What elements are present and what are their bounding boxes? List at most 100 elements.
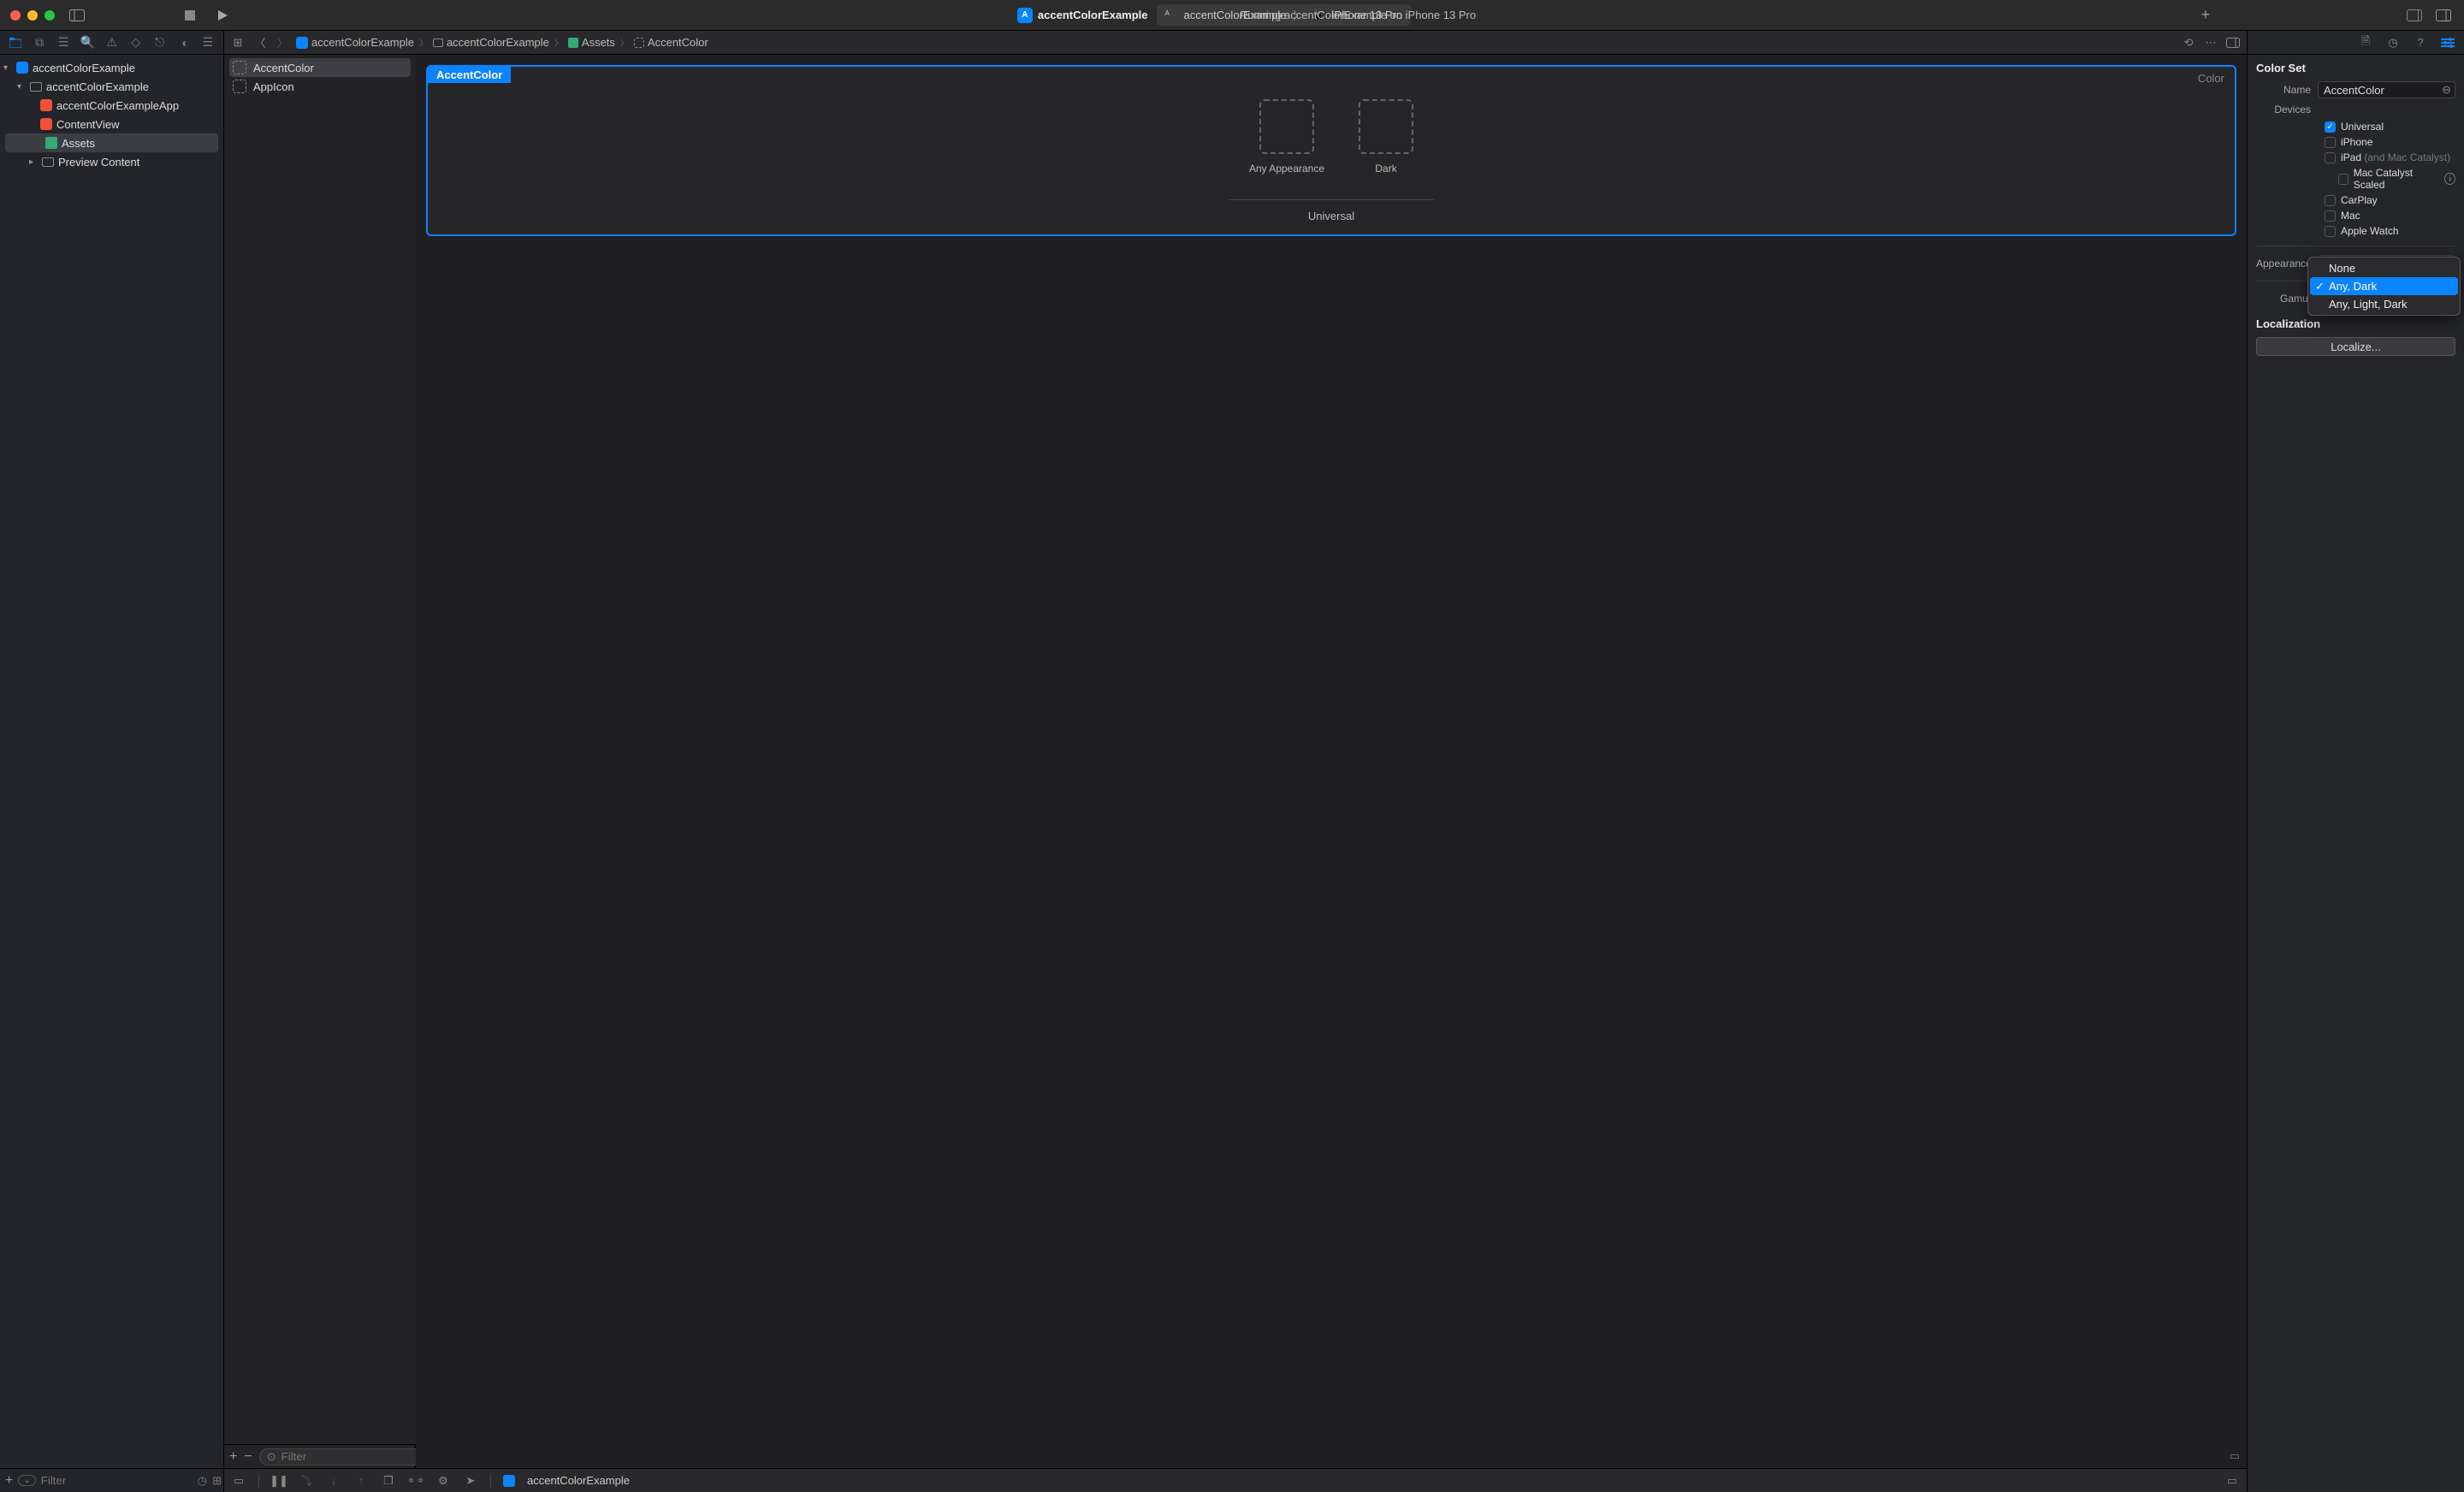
info-icon[interactable]: i <box>2444 173 2455 185</box>
nav-forward-icon[interactable]: 〉 <box>274 34 291 51</box>
tree-root[interactable]: ▾ accentColorExample <box>0 58 223 77</box>
close-window[interactable] <box>10 10 21 21</box>
tree-item-preview[interactable]: ▸ Preview Content <box>0 152 223 171</box>
devices-label: Devices <box>2256 104 2318 115</box>
zoom-window[interactable] <box>44 10 55 21</box>
tree-item-assets[interactable]: Assets <box>5 133 218 152</box>
well-label-any: Any Appearance <box>1249 163 1324 175</box>
device-iphone[interactable]: iPhone <box>2325 136 2455 148</box>
universal-group-label: Universal <box>1308 210 1354 222</box>
toggle-navigator-icon[interactable] <box>67 5 87 26</box>
navigator-tabs: ⧉ ☰ 🔍 ⚠ ◇ ⎋ ◖ ☰ <box>0 31 223 55</box>
tree-root-label: accentColorExample <box>33 62 135 74</box>
add-asset-button[interactable]: + <box>229 1449 237 1465</box>
asset-row-accentcolor[interactable]: AccentColor <box>229 58 411 77</box>
name-field[interactable]: AccentColor⊖ <box>2318 81 2455 98</box>
process-icon <box>503 1475 515 1487</box>
device-carplay[interactable]: CarPlay <box>2325 194 2455 206</box>
environment-override-icon[interactable]: ⚙ <box>435 1473 451 1489</box>
step-over-icon[interactable]: ⤵ <box>299 1473 314 1489</box>
device-universal[interactable]: ✓Universal <box>2325 121 2455 133</box>
colorset-icon <box>233 61 246 74</box>
toggle-inspector-icon[interactable] <box>2433 5 2454 26</box>
clear-icon[interactable]: ⊖ <box>2442 83 2451 97</box>
titlebar: A accentColorExample A accentColorExampl… <box>0 0 2464 31</box>
color-well-any[interactable] <box>1259 99 1314 154</box>
toggle-variables-view-icon[interactable]: ▭ <box>2224 1473 2240 1489</box>
asset-row-appicon[interactable]: AppIcon <box>224 77 416 96</box>
tree-item-app[interactable]: accentColorExampleApp <box>0 96 223 115</box>
tree-item-label: ContentView <box>56 118 119 131</box>
minimize-window[interactable] <box>27 10 38 21</box>
crumb-accentcolor[interactable]: AccentColor <box>634 36 708 49</box>
asset-filter-input[interactable] <box>281 1450 433 1463</box>
tree-item-label: Preview Content <box>58 156 139 169</box>
device-mac-catalyst-scaled[interactable]: Mac Catalyst Scaledi <box>2338 167 2455 191</box>
history-inspector-tab[interactable]: ◷ <box>2385 35 2401 50</box>
well-label-dark: Dark <box>1375 163 1396 175</box>
crumb-assets[interactable]: Assets <box>568 36 615 49</box>
asset-row-label: AccentColor <box>253 62 314 74</box>
filter-scope-toggle[interactable]: ⌄ <box>18 1475 35 1486</box>
device-mac[interactable]: Mac <box>2325 210 2455 222</box>
add-editor-button[interactable]: + <box>2195 5 2216 26</box>
find-navigator-tab[interactable]: 🔍 <box>79 34 96 51</box>
add-files-button[interactable]: + <box>5 1473 13 1489</box>
appearances-option-any-light-dark[interactable]: Any, Light, Dark <box>2310 295 2458 313</box>
refresh-icon[interactable]: ⟲ <box>2180 34 2197 51</box>
breakpoint-navigator-tab[interactable]: ◖ <box>175 34 192 51</box>
project-navigator-tab[interactable] <box>7 34 24 51</box>
debug-3d-icon[interactable]: ❐ <box>381 1473 396 1489</box>
report-navigator-tab[interactable]: ☰ <box>199 34 216 51</box>
crumb-project[interactable]: accentColorExample <box>296 36 414 49</box>
color-set-card[interactable]: AccentColor Color Any Appearance Dark <box>426 65 2236 236</box>
appearances-option-any-dark[interactable]: ✓Any, Dark <box>2310 277 2458 295</box>
adjust-editor-icon[interactable] <box>2224 34 2242 51</box>
color-well-dark[interactable] <box>1359 99 1413 154</box>
test-navigator-tab[interactable]: ◇ <box>127 34 145 51</box>
location-icon[interactable]: ➤ <box>463 1473 478 1489</box>
stop-button[interactable] <box>180 5 200 26</box>
name-label: Name <box>2256 84 2318 96</box>
nav-back-icon[interactable]: 〈 <box>252 34 269 51</box>
localize-button[interactable]: Localize... <box>2256 337 2455 356</box>
attributes-inspector-tab[interactable] <box>2440 35 2455 50</box>
asset-outline: AccentColor AppIcon <box>224 55 416 1444</box>
scm-filter-icon[interactable]: ⊞ <box>212 1474 222 1488</box>
code-review-icon[interactable]: ⋯ <box>2202 34 2219 51</box>
scheme-app-icon: A <box>1165 9 1177 21</box>
navigator-panel: ⧉ ☰ 🔍 ⚠ ◇ ⎋ ◖ ☰ ▾ accentColorExample ▾ a… <box>0 31 224 1492</box>
issue-navigator-tab[interactable]: ⚠ <box>103 34 120 51</box>
file-inspector-tab[interactable]: 🗎 <box>2358 35 2373 50</box>
navigator-filter-input[interactable] <box>41 1474 192 1487</box>
related-items-icon[interactable]: ⊞ <box>229 34 246 51</box>
appearances-option-none[interactable]: None <box>2310 259 2458 277</box>
device-apple-watch[interactable]: Apple Watch <box>2325 225 2455 237</box>
source-control-navigator-tab[interactable]: ⧉ <box>31 34 48 51</box>
process-name[interactable]: accentColorExample <box>527 1474 630 1487</box>
tree-item-label: accentColorExampleApp <box>56 99 179 112</box>
toggle-debug-area-icon[interactable]: ▭ <box>231 1473 246 1489</box>
activity-status: Running accentColorExample on iPhone 13 … <box>1240 9 1476 21</box>
memory-graph-icon[interactable]: ⚬⚬ <box>408 1473 424 1489</box>
debug-navigator-tab[interactable]: ⎋ <box>151 34 169 51</box>
tree-item-contentview[interactable]: ContentView <box>0 115 223 133</box>
remove-asset-button[interactable]: − <box>244 1449 252 1465</box>
symbol-navigator-tab[interactable]: ☰ <box>55 34 72 51</box>
app-icon: A <box>1017 8 1033 23</box>
help-inspector-tab[interactable]: ? <box>2413 35 2428 50</box>
step-out-icon[interactable]: ↑ <box>353 1473 369 1489</box>
crumb-group[interactable]: accentColorExample <box>433 36 549 49</box>
recent-filter-icon[interactable]: ◷ <box>198 1474 207 1488</box>
run-button[interactable] <box>212 5 233 26</box>
tree-group[interactable]: ▾ accentColorExample <box>0 77 223 96</box>
show-overview-icon[interactable]: ▭ <box>2230 1449 2240 1463</box>
asset-canvas: AccentColor Color Any Appearance Dark <box>416 55 2247 1468</box>
device-ipad[interactable]: iPad (and Mac Catalyst) <box>2325 151 2455 163</box>
jump-bar: ⊞ 〈 〉 accentColorExample 〉 accentColorEx… <box>224 31 2247 55</box>
step-into-icon[interactable]: ↓ <box>326 1473 341 1489</box>
pause-icon[interactable]: ❚❚ <box>271 1473 287 1489</box>
library-button[interactable] <box>2404 5 2425 26</box>
project-title: A accentColorExample <box>1017 8 1148 23</box>
editor-area: ⊞ 〈 〉 accentColorExample 〉 accentColorEx… <box>224 31 2247 1492</box>
